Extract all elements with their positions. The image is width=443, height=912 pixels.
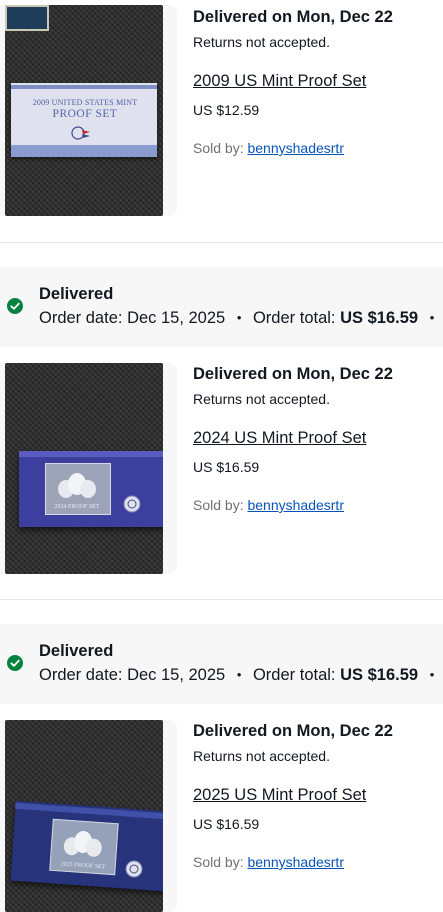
flower-emblem-icon (54, 471, 100, 501)
order-status: Delivered (39, 285, 114, 303)
sold-by: Sold by: bennyshadesrtr (193, 497, 344, 513)
sold-by-label: Sold by: (193, 854, 244, 870)
order-total: US $16.59 (340, 666, 419, 684)
order-status: Delivered (39, 642, 114, 660)
delivery-status: Delivered on Mon, Dec 22 (193, 365, 393, 383)
mint-seal-icon (125, 860, 143, 878)
sold-by: Sold by: bennyshadesrtr (193, 140, 344, 156)
order-date: Dec 15, 2025 (127, 309, 226, 327)
flower-emblem-icon (59, 827, 107, 860)
divider (0, 242, 443, 243)
delivery-status: Delivered on Mon, Dec 22 (193, 722, 393, 740)
order-date-label: Order date: (39, 666, 123, 684)
check-circle-icon (7, 655, 23, 671)
check-circle-icon (7, 298, 23, 314)
item-thumbnail-frame: 2024 PROOF SET (0, 363, 177, 574)
item-thumbnail-2024[interactable]: 2024 PROOF SET (5, 363, 163, 574)
delivery-status: Delivered on Mon, Dec 22 (193, 8, 393, 26)
order-summary: Order date: Dec 15, 2025 • Order total: … (39, 309, 435, 327)
sold-by-label: Sold by: (193, 140, 244, 156)
returns-policy: Returns not accepted. (193, 391, 330, 407)
divider (0, 599, 443, 600)
box-text-line2: PROOF SET (52, 108, 118, 120)
order-total-label: Order total: (252, 666, 336, 684)
order-header-3: Delivered Order date: Dec 15, 2025 • Ord… (0, 624, 443, 704)
eagle-logo-icon (71, 126, 91, 140)
order-summary: Order date: Dec 15, 2025 • Order total: … (39, 666, 435, 684)
order-date-label: Order date: (39, 309, 123, 327)
sold-by: Sold by: bennyshadesrtr (193, 854, 344, 870)
returns-policy: Returns not accepted. (193, 748, 330, 764)
item-title-link[interactable]: 2025 US Mint Proof Set (193, 786, 366, 805)
item-price: US $12.59 (193, 102, 260, 118)
seller-link[interactable]: bennyshadesrtr (247, 854, 344, 870)
order-total: US $16.59 (340, 309, 419, 327)
item-price: US $16.59 (193, 816, 260, 832)
box-text-line1: 2009 UNITED STATES MINT (32, 98, 138, 107)
order-date: Dec 15, 2025 (127, 666, 226, 684)
box-label: 2024 PROOF SET (54, 504, 100, 510)
mint-seal-icon (123, 495, 141, 513)
item-thumbnail-2025[interactable]: 2025 PROOF SET (5, 720, 163, 912)
sold-by-label: Sold by: (193, 497, 244, 513)
item-title-link[interactable]: 2024 US Mint Proof Set (193, 429, 366, 448)
seller-link[interactable]: bennyshadesrtr (247, 497, 344, 513)
item-title-link[interactable]: 2009 US Mint Proof Set (193, 72, 366, 91)
item-price: US $16.59 (193, 459, 260, 475)
seller-link[interactable]: bennyshadesrtr (247, 140, 344, 156)
order-header-2: Delivered Order date: Dec 15, 2025 • Ord… (0, 267, 443, 347)
item-thumbnail-frame: 2009 UNITED STATES MINT PROOF SET (0, 5, 177, 216)
order-total-label: Order total: (252, 309, 336, 327)
returns-policy: Returns not accepted. (193, 34, 330, 50)
item-thumbnail-2009[interactable]: 2009 UNITED STATES MINT PROOF SET (5, 5, 163, 216)
item-thumbnail-frame: 2025 PROOF SET (0, 720, 177, 912)
